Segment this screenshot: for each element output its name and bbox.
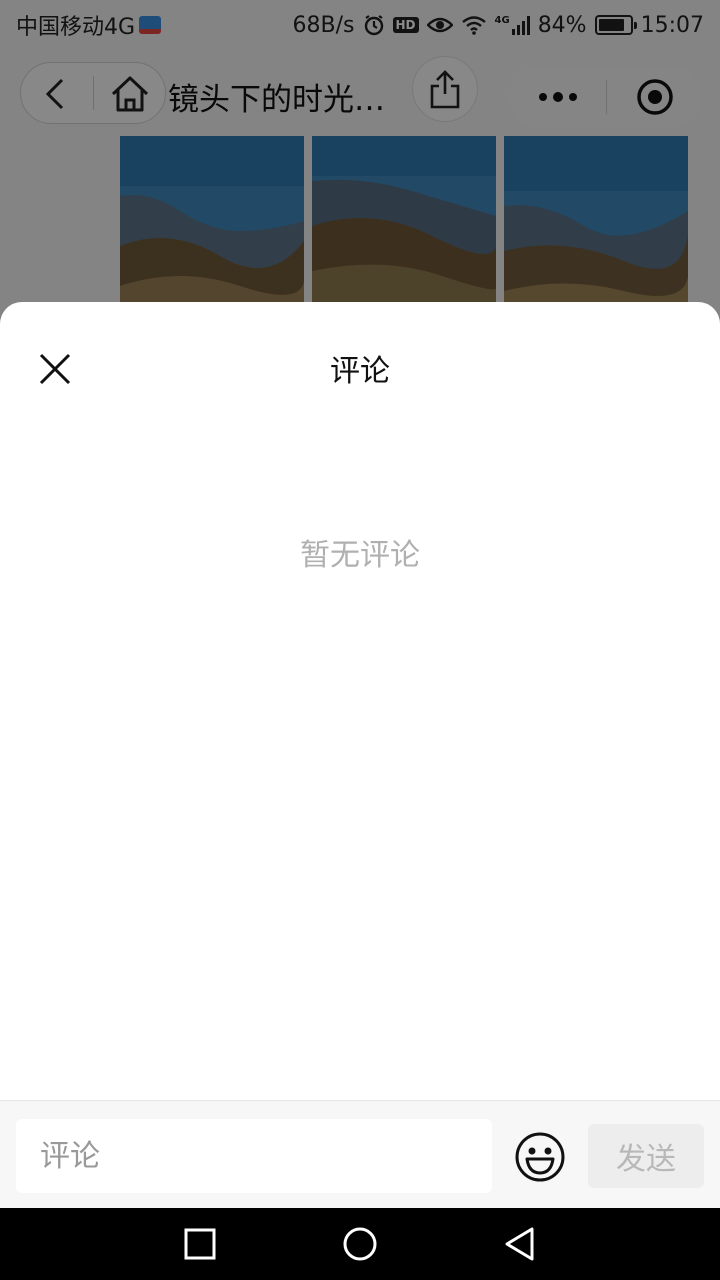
comment-input-bar: 发送: [0, 1100, 720, 1208]
modal-overlay[interactable]: [0, 0, 720, 320]
sheet-title: 评论: [330, 354, 390, 389]
home-circle-icon[interactable]: [340, 1224, 380, 1264]
comment-input[interactable]: [16, 1119, 492, 1193]
recents-icon[interactable]: [180, 1224, 220, 1264]
comment-sheet: 评论 暂无评论: [0, 302, 720, 1208]
empty-comments-text: 暂无评论: [300, 538, 420, 573]
underlying-page: 中国移动4G 68B/s HD 4G 84% 15:07 镜头下的时光…: [0, 0, 720, 320]
send-button[interactable]: 发送: [588, 1124, 704, 1188]
emoji-icon[interactable]: [514, 1131, 566, 1183]
system-nav-bar: [0, 1208, 720, 1280]
back-triangle-icon[interactable]: [500, 1224, 540, 1264]
